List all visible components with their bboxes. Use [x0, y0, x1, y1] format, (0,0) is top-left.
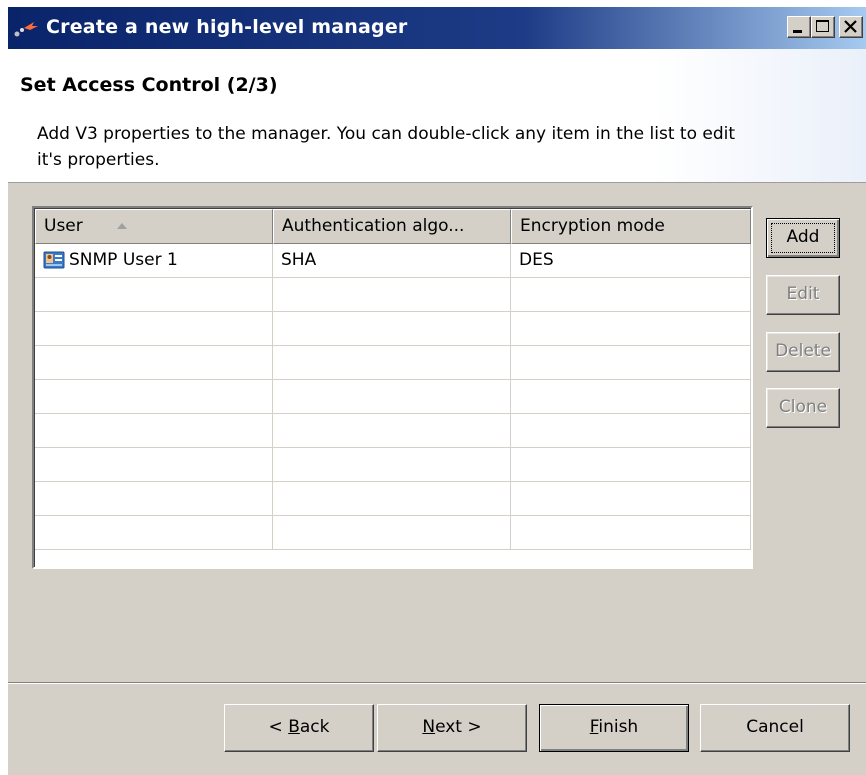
table-row-empty: [35, 380, 751, 414]
empty-cell: [35, 482, 273, 515]
column-header-encryption[interactable]: Encryption mode: [511, 209, 751, 244]
table-row-empty: [35, 278, 751, 312]
delete-button[interactable]: Delete: [766, 332, 840, 372]
empty-cell: [35, 312, 273, 345]
empty-cell: [511, 278, 751, 311]
wizard-window: Create a new high-level manager Set Acce…: [7, 6, 866, 775]
column-label: Authentication algo...: [282, 216, 465, 236]
empty-cell: [511, 346, 751, 379]
wizard-header: Set Access Control (2/3) Add V3 properti…: [8, 49, 866, 183]
table-row-empty: [35, 448, 751, 482]
table-row-empty: [35, 482, 751, 516]
clone-label: Clone: [778, 397, 828, 417]
window-title: Create a new high-level manager: [46, 16, 408, 38]
empty-cell: [511, 380, 751, 413]
back-button[interactable]: < Back: [224, 704, 374, 752]
user-name: SNMP User 1: [69, 250, 178, 270]
column-header-user[interactable]: User: [35, 209, 273, 244]
add-button[interactable]: Add: [766, 218, 840, 258]
table-header: User Authentication algo... Encryption m…: [35, 209, 751, 244]
close-button[interactable]: [839, 16, 863, 38]
column-label: User: [44, 216, 83, 236]
page-title: Set Access Control (2/3): [20, 74, 278, 96]
next-rest: ext >: [435, 717, 482, 737]
empty-cell: [35, 346, 273, 379]
edit-label: Edit: [786, 284, 820, 304]
users-table[interactable]: User Authentication algo... Encryption m…: [32, 206, 753, 569]
title-bar[interactable]: Create a new high-level manager: [8, 7, 866, 49]
wizard-arrow-icon: [14, 22, 38, 37]
table-row-empty: [35, 312, 751, 346]
cancel-button[interactable]: Cancel: [700, 704, 850, 752]
sort-ascending-icon: [117, 223, 127, 229]
empty-cell: [511, 516, 751, 549]
minimize-button[interactable]: [787, 16, 811, 38]
delete-label: Delete: [775, 341, 831, 361]
table-body: SNMP User 1 SHA DES: [35, 244, 751, 550]
empty-cell: [273, 448, 511, 481]
empty-cell: [35, 380, 273, 413]
maximize-button[interactable]: [811, 16, 835, 38]
edit-button[interactable]: Edit: [766, 275, 840, 315]
finish-rest: inish: [598, 717, 639, 737]
minimize-icon: [793, 30, 802, 33]
user-card-icon: [43, 251, 65, 269]
finish-button[interactable]: Finish: [539, 704, 689, 752]
empty-cell: [511, 312, 751, 345]
empty-cell: [35, 448, 273, 481]
empty-cell: [273, 380, 511, 413]
empty-cell: [511, 448, 751, 481]
table-row[interactable]: SNMP User 1 SHA DES: [35, 244, 751, 278]
empty-cell: [35, 278, 273, 311]
table-row-empty: [35, 516, 751, 550]
back-prefix: <: [268, 717, 289, 737]
empty-cell: [273, 312, 511, 345]
user-cell[interactable]: SNMP User 1: [35, 244, 273, 277]
footer-separator-highlight: [8, 683, 866, 684]
column-header-authentication[interactable]: Authentication algo...: [273, 209, 511, 244]
clone-button[interactable]: Clone: [766, 388, 840, 428]
close-icon: [844, 20, 857, 33]
empty-cell: [273, 482, 511, 515]
empty-cell: [273, 516, 511, 549]
empty-cell: [35, 414, 273, 447]
empty-cell: [273, 414, 511, 447]
auth-cell[interactable]: SHA: [273, 244, 511, 277]
table-row-empty: [35, 414, 751, 448]
empty-cell: [35, 516, 273, 549]
back-rest: ack: [299, 717, 330, 737]
page-description: Add V3 properties to the manager. You ca…: [37, 124, 736, 170]
next-mnemonic: N: [422, 717, 436, 737]
empty-cell: [273, 346, 511, 379]
maximize-icon: [816, 20, 829, 32]
encryption-cell[interactable]: DES: [511, 244, 751, 277]
empty-cell: [273, 278, 511, 311]
table-row-empty: [35, 346, 751, 380]
empty-cell: [511, 414, 751, 447]
cancel-label: Cancel: [746, 717, 804, 737]
back-mnemonic: B: [288, 717, 300, 737]
add-label: Add: [786, 227, 820, 247]
column-label: Encryption mode: [520, 216, 665, 236]
next-button[interactable]: Next >: [377, 704, 527, 752]
empty-cell: [511, 482, 751, 515]
